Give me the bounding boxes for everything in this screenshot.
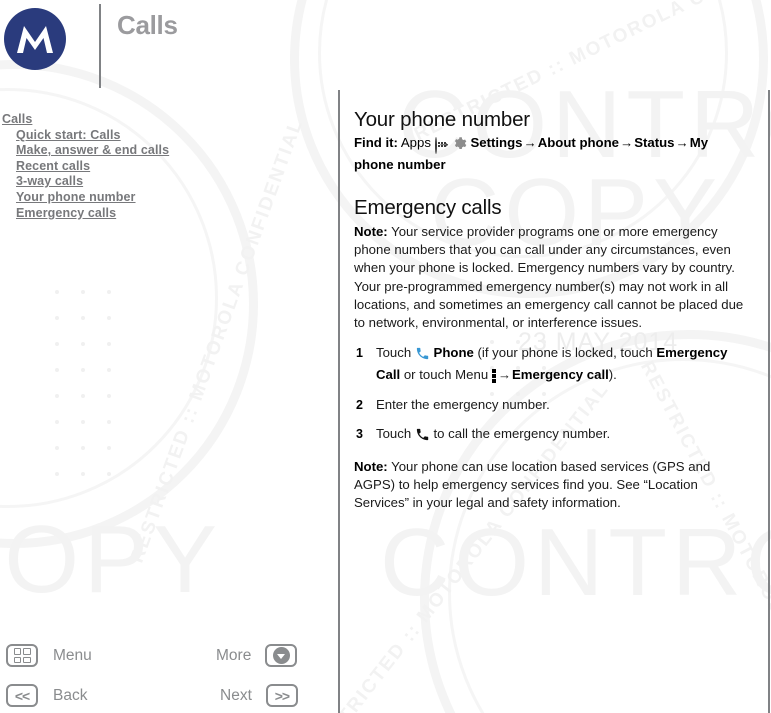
find-it-path: Find it: Apps → Settings→About phone→Sta… [354,134,751,174]
menu-label[interactable]: Menu [53,647,92,665]
table-of-contents: Calls Quick start: Calls Make, answer & … [0,112,300,221]
menu-grid-icon[interactable] [6,644,38,667]
step-1-bold-phone: Phone [433,345,474,361]
note-paragraph-2: Note: Your phone can use location based … [354,458,751,513]
note-label-2: Note: [354,459,388,475]
step-item-3: 3 Touch to call the emergency number. [354,425,751,447]
next-label[interactable]: Next [220,687,252,705]
next-arrow-icon[interactable]: >> [265,684,298,707]
step-1-mid-2: or touch Menu [400,367,492,383]
step-1-arrow: → [497,367,512,383]
find-it-about-phone-label: About phone [537,135,620,150]
next-glyph: >> [274,687,290,704]
sidebar-item-quick-start-calls[interactable]: Quick start: Calls [0,128,300,144]
note-text-2: Your phone can use location based servic… [354,459,711,511]
settings-gear-icon[interactable] [452,136,467,156]
overflow-menu-icon[interactable] [491,368,497,384]
apps-grid-icon[interactable] [434,137,447,154]
phone-handset-icon-blue[interactable] [415,346,430,366]
note-paragraph-1: Note: Your service provider programs one… [354,223,751,332]
step-3-post: to call the emergency number. [429,425,611,441]
content-right-divider [768,90,770,713]
step-item-2: 2 Enter the emergency number. [354,396,751,414]
find-it-status-label: Status [634,135,675,150]
back-arrow-icon[interactable]: << [6,684,38,707]
step-item-1: 1 Touch Phone (if your phone is locked, t… [354,344,751,384]
watermark-dot-grid [55,290,185,530]
find-it-label: Find it: [354,135,398,150]
back-nav-group[interactable]: << Back [6,684,87,707]
watermark-copy-2: COPY [0,506,223,613]
find-it-arrow-2: → [523,135,537,150]
menu-nav-group[interactable]: Menu [6,644,92,667]
page-title: Calls [117,10,178,40]
step-3-pre: Touch [376,425,415,441]
sidebar-item-3-way-calls[interactable]: 3-way calls [0,174,300,190]
section-heading-emergency-calls: Emergency calls [354,196,502,219]
header-divider [99,4,101,88]
section-heading-your-phone-number: Your phone number [354,108,530,131]
step-1-pre: Touch [376,345,415,361]
step-1-post: ). [608,367,617,383]
find-it-settings-label: Settings [470,135,523,150]
note-text-1: Your service provider programs one or mo… [354,224,744,331]
step-1-bold-emergency-call-menu: Emergency call [512,367,609,383]
phone-handset-icon-black[interactable] [415,427,430,447]
step-number-2: 2 [356,397,363,412]
more-nav-group[interactable]: More [216,644,298,667]
step-2-text: Enter the emergency number. [376,396,550,412]
back-glyph: << [14,687,30,704]
sidebar-item-make-answer-end-calls[interactable]: Make, answer & end calls [0,143,300,159]
back-label[interactable]: Back [53,687,87,705]
sidebar-item-emergency-calls[interactable]: Emergency calls [0,206,300,222]
motorola-logo-icon [4,8,66,70]
note-label-1: Note: [354,224,388,239]
sidebar-item-recent-calls[interactable]: Recent calls [0,159,300,175]
emergency-call-steps: 1 Touch Phone (if your phone is locked, t… [354,344,751,447]
find-it-arrow-3: → [620,135,634,150]
sidebar-item-calls[interactable]: Calls [0,112,300,128]
watermark-controlled-2: CONTROLLED [380,509,771,616]
sidebar-item-your-phone-number[interactable]: Your phone number [0,190,300,206]
more-chevron-down-icon[interactable] [265,644,298,667]
find-it-apps-label: Apps [400,135,431,150]
next-nav-group[interactable]: Next >> [220,684,298,707]
step-1-mid: (if your phone is locked, touch [473,345,657,361]
step-number-1: 1 [356,346,363,361]
bottom-navigation-bar: Menu << Back More Next >> [0,636,320,713]
step-number-3: 3 [356,426,363,441]
more-label[interactable]: More [216,647,251,665]
main-content: Your phone number Find it: Apps → Settin… [354,108,751,513]
find-it-arrow-4: → [675,135,689,150]
content-left-divider [338,90,340,713]
